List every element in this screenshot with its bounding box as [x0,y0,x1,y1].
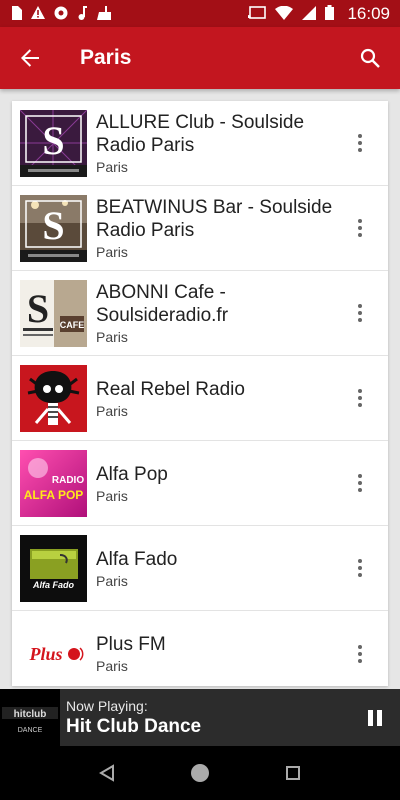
station-title: ALLURE Club - Soulside Radio Paris [96,112,305,156]
station-city: Paris [96,244,128,260]
status-bar: 16:09 [0,0,400,27]
circle-home-icon [190,764,209,782]
svg-text:DANCE: DANCE [18,727,43,734]
station-city: Paris [96,329,128,345]
nav-recents-button[interactable] [273,753,313,793]
status-icons-right: 16:09 [248,4,390,24]
station-title: ABONNI Cafe - Soulsideradio.fr [96,282,229,326]
station-title: Alfa Fado [96,548,178,570]
more-options-button[interactable] [350,642,370,666]
search-button[interactable] [340,27,400,89]
more-options-button[interactable] [350,556,370,580]
skeleton-logo [20,364,87,432]
search-icon [360,48,380,68]
alert-icon [31,6,45,21]
station-row[interactable]: CAFE S ABONNI Cafe - Soulsideradio.fr Pa… [12,271,388,356]
soulside-bar-logo: S [20,194,87,262]
hit-club-dance-logo: hitclub DANCE [0,689,60,746]
cast-icon [248,5,267,22]
pause-button[interactable] [350,689,400,746]
svg-text:Alfa Fado: Alfa Fado [32,580,75,590]
station-row[interactable]: S ALLURE Club - Soulside Radio Paris Par… [12,101,388,186]
svg-text:Plus: Plus [28,644,62,664]
radio-alfa-pop-logo: RADIO ALFA POP [20,449,87,517]
station-city: Paris [96,487,128,504]
more-options-button[interactable] [350,386,370,410]
station-title: Alfa Pop [96,463,168,485]
more-options-button[interactable] [350,216,370,240]
svg-text:S: S [27,286,49,331]
svg-text:hitclub: hitclub [14,709,47,720]
station-title: Real Rebel Radio [96,378,245,400]
arrow-back-icon [21,49,39,67]
plus-fm-logo: Plus [20,620,87,686]
station-city: Paris [96,402,128,419]
cleaner-icon [96,5,112,22]
now-playing-label: Now Playing: [66,697,148,714]
station-list: S ALLURE Club - Soulside Radio Paris Par… [12,101,388,686]
music-note-icon [77,5,87,22]
now-playing-bar[interactable]: hitclub DANCE Now Playing: Hit Club Danc… [0,689,400,746]
station-title: Plus FM [96,634,166,655]
more-options-button[interactable] [350,131,370,155]
page-title: Paris [80,46,132,69]
svg-text:RADIO: RADIO [52,475,84,486]
sim-icon [10,5,22,22]
station-row[interactable]: Real Rebel Radio Paris [12,356,388,441]
station-row[interactable]: Plus Plus FM Paris [12,611,388,686]
aperture-icon [54,6,68,22]
nav-back-button[interactable] [87,753,127,793]
wifi-icon [275,5,294,22]
status-icons-left [10,5,112,22]
station-row[interactable]: S BEATWINUS Bar - Soulside Radio Paris P… [12,186,388,271]
alfa-fado-logo: Alfa Fado [20,534,87,602]
svg-text:CAFE: CAFE [60,320,85,330]
soulside-cafe-logo: CAFE S [20,279,87,347]
now-playing-title: Hit Club Dance [66,715,202,737]
svg-text:S: S [42,118,64,163]
station-row[interactable]: Alfa Fado Alfa Fado Paris [12,526,388,611]
system-nav-bar [0,746,400,800]
svg-text:S: S [42,203,64,248]
signal-icon [302,5,317,22]
pause-icon [368,709,373,726]
nav-home-button[interactable] [180,753,220,793]
station-city: Paris [96,159,128,175]
app-bar: Paris [0,27,400,89]
square-recents-icon [286,766,301,780]
station-city: Paris [96,658,128,674]
battery-icon [325,5,335,22]
station-row[interactable]: RADIO ALFA POP Alfa Pop Paris [12,441,388,526]
triangle-back-icon [98,764,114,782]
svg-text:ALFA POP: ALFA POP [24,488,84,502]
more-options-button[interactable] [350,471,370,495]
status-time: 16:09 [347,3,390,23]
station-title: BEATWINUS Bar - Soulside Radio Paris [96,197,333,241]
back-button[interactable] [0,27,60,89]
station-city: Paris [96,572,128,589]
soulside-club-logo: S [20,109,87,177]
more-options-button[interactable] [350,301,370,325]
